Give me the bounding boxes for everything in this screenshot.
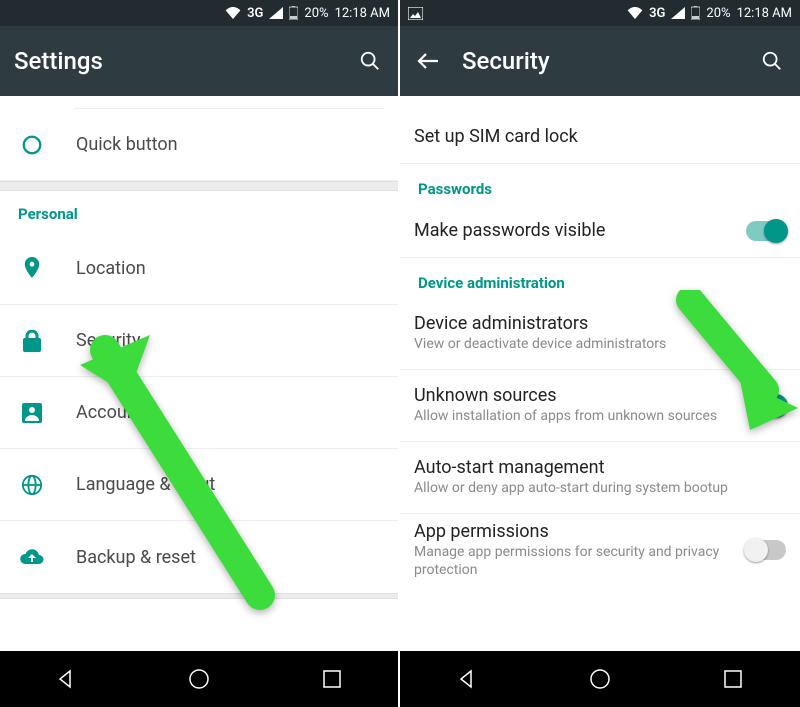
make-passwords-visible-label: Make passwords visible: [414, 220, 746, 241]
network-label: 3G: [247, 6, 263, 21]
status-bar: 3G 20% 12:18 AM: [0, 0, 398, 26]
unknown-sources-row[interactable]: Unknown sources Allow installation of ap…: [400, 370, 800, 442]
quick-button-label: Quick button: [76, 134, 384, 155]
personal-header: Personal: [0, 191, 398, 233]
language-label: Language & input: [76, 474, 384, 495]
battery-icon: [691, 6, 700, 20]
sim-card-lock-header: SIM card lock: [400, 96, 800, 110]
battery-percent: 20%: [706, 6, 730, 21]
page-title: Security: [462, 47, 550, 75]
section-divider-bottom: [0, 593, 398, 599]
battery-icon: [289, 6, 298, 20]
wifi-icon: [627, 7, 643, 19]
passwords-header: Passwords: [400, 164, 800, 204]
page-title: Settings: [14, 47, 103, 75]
location-icon: [14, 257, 50, 281]
device-admins-row[interactable]: Device administrators View or deactivate…: [400, 298, 800, 370]
globe-icon: [14, 474, 50, 496]
status-bar: 3G 20% 12:18 AM: [400, 0, 800, 26]
section-divider: [0, 181, 398, 191]
setup-sim-row[interactable]: Set up SIM card lock: [400, 110, 800, 164]
unknown-sources-toggle[interactable]: [746, 396, 786, 416]
unknown-sources-sub: Allow installation of apps from unknown …: [414, 408, 746, 426]
lock-icon: [14, 330, 50, 352]
security-list: SIM card lock Set up SIM card lock Passw…: [400, 96, 800, 651]
clock: 12:18 AM: [335, 6, 390, 21]
security-row[interactable]: Security: [0, 305, 398, 377]
search-button[interactable]: [356, 47, 384, 75]
back-navbutton[interactable]: [36, 659, 96, 699]
location-row[interactable]: Location: [0, 233, 398, 305]
quick-button-icon: [14, 134, 50, 156]
location-label: Location: [76, 258, 384, 279]
make-passwords-visible-row[interactable]: Make passwords visible: [400, 204, 800, 258]
backup-label: Backup & reset: [76, 547, 384, 568]
accounts-row[interactable]: Accounts: [0, 377, 398, 449]
device-admin-header: Device administration: [400, 258, 800, 298]
quick-button-row[interactable]: Quick button: [0, 109, 398, 181]
wifi-icon: [225, 7, 241, 19]
back-button[interactable]: [414, 47, 442, 75]
left-screen: 3G 20% 12:18 AM Settings: [0, 0, 400, 707]
network-label: 3G: [649, 6, 665, 21]
backup-row[interactable]: Backup & reset: [0, 521, 398, 593]
security-label: Security: [76, 330, 384, 351]
autostart-row[interactable]: Auto-start management Allow or deny app …: [400, 442, 800, 514]
app-perms-toggle[interactable]: [746, 540, 786, 560]
nav-bar: [400, 651, 800, 707]
battery-percent: 20%: [304, 6, 328, 21]
image-icon: [408, 7, 423, 20]
device-admins-sub: View or deactivate device administrators: [414, 336, 786, 354]
nav-bar: [0, 651, 398, 707]
autostart-title: Auto-start management: [414, 457, 786, 478]
device-admins-title: Device administrators: [414, 313, 786, 334]
home-navbutton[interactable]: [570, 659, 630, 699]
app-bar: Security: [400, 26, 800, 96]
cloud-upload-icon: [14, 548, 50, 566]
recents-navbutton[interactable]: [302, 659, 362, 699]
settings-list: Quick button Personal Location Security: [0, 96, 398, 651]
app-perms-title: App permissions: [414, 521, 746, 542]
recents-navbutton[interactable]: [703, 659, 763, 699]
app-perms-row[interactable]: App permissions Manage app permissions f…: [400, 514, 800, 586]
signal-icon: [269, 7, 283, 19]
app-bar: Settings: [0, 26, 398, 96]
accounts-label: Accounts: [76, 402, 384, 423]
clock: 12:18 AM: [737, 6, 792, 21]
back-navbutton[interactable]: [437, 659, 497, 699]
account-icon: [14, 403, 50, 423]
signal-icon: [671, 7, 685, 19]
passwords-visible-toggle[interactable]: [746, 221, 786, 241]
language-row[interactable]: Language & input: [0, 449, 398, 521]
right-screen: 3G 20% 12:18 AM Security SIM card lock: [400, 0, 800, 707]
setup-sim-label: Set up SIM card lock: [414, 126, 786, 147]
search-button[interactable]: [758, 47, 786, 75]
unknown-sources-title: Unknown sources: [414, 385, 746, 406]
home-navbutton[interactable]: [169, 659, 229, 699]
app-perms-sub: Manage app permissions for security and …: [414, 544, 746, 579]
autostart-sub: Allow or deny app auto-start during syst…: [414, 480, 786, 498]
